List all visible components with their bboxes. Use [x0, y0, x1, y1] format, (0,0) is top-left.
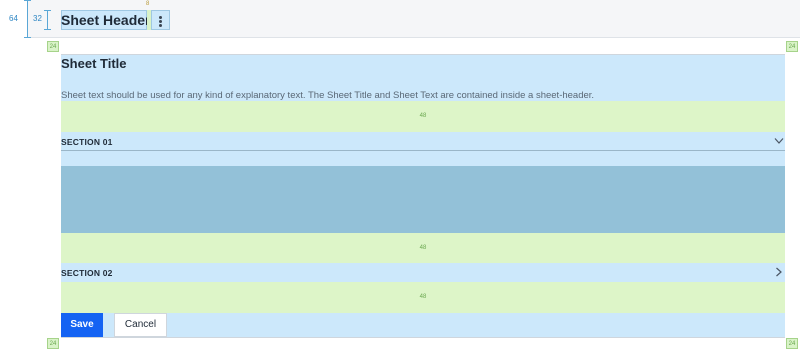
section-01-padding: [61, 151, 785, 166]
chevron-down-icon: [774, 138, 784, 144]
save-button[interactable]: Save: [61, 313, 103, 337]
gap-label: 8: [146, 1, 150, 7]
cancel-button[interactable]: Cancel: [114, 313, 167, 337]
spacer-label: 48: [419, 245, 427, 251]
kebab-icon: [159, 24, 162, 27]
kebab-icon: [159, 20, 162, 23]
height-dimension-tick: [24, 37, 31, 38]
height-dimension-tick: [24, 0, 31, 1]
spacer-label: 48: [419, 294, 427, 300]
sheet-title: Sheet Title: [61, 56, 127, 71]
padding-badge-top-right: 24: [786, 41, 798, 52]
action-bar: [61, 313, 785, 337]
padding-badge-top-left: 24: [47, 41, 59, 52]
section-01-content: [61, 166, 785, 233]
section-02-header[interactable]: SECTION 02: [61, 263, 785, 282]
inner-height-label: 32: [33, 14, 42, 23]
spacer-48: 48: [61, 101, 785, 132]
padding-badge-bottom-right: 24: [786, 338, 798, 349]
height-dimension-line: [27, 0, 28, 38]
spacer-48: 48: [61, 233, 785, 263]
section-01-header[interactable]: SECTION 01: [61, 132, 785, 151]
sheet-header-title: Sheet Header: [61, 12, 151, 28]
padding-badge-bottom-left: 24: [47, 338, 59, 349]
height-dimension-label: 64: [9, 14, 18, 23]
inner-height-tick: [44, 29, 51, 30]
section-01-label: SECTION 01: [61, 137, 113, 147]
sheet-text: Sheet text should be used for any kind o…: [61, 90, 595, 101]
chevron-right-icon: [776, 267, 782, 277]
inner-height-tick: [44, 10, 51, 11]
spacer-label: 48: [419, 113, 427, 119]
section-02-label: SECTION 02: [61, 268, 113, 278]
spacer-48: 48: [61, 282, 785, 313]
overflow-menu-button[interactable]: [151, 10, 170, 30]
inner-height-line: [47, 10, 48, 30]
kebab-icon: [159, 16, 162, 19]
